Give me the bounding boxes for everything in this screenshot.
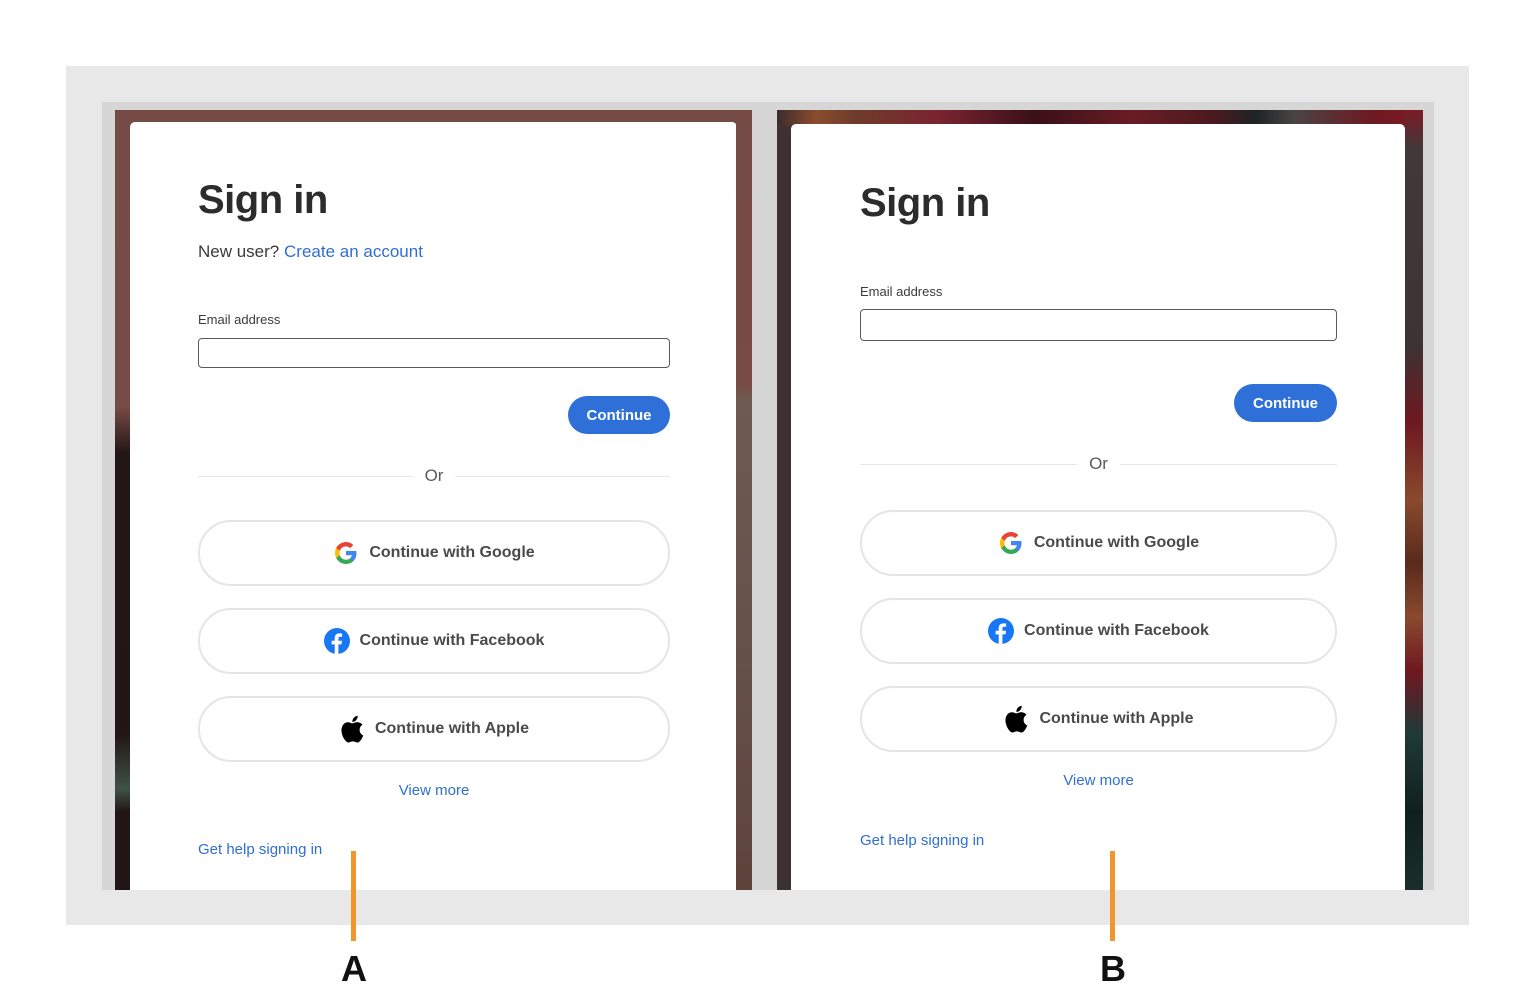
continue-button[interactable]: Continue [568, 396, 670, 434]
apple-icon [339, 715, 365, 743]
google-icon [333, 540, 359, 566]
facebook-icon [988, 618, 1015, 644]
facebook-button-label: Continue with Facebook [359, 632, 545, 649]
facebook-icon [323, 628, 350, 654]
continue-with-apple-button[interactable]: Continue with Apple [198, 696, 670, 762]
continue-with-facebook-button[interactable]: Continue with Facebook [860, 598, 1337, 664]
email-label: Email address [198, 312, 281, 327]
email-field[interactable] [860, 309, 1337, 341]
email-label: Email address [860, 284, 943, 299]
google-button-label: Continue with Google [369, 544, 535, 561]
or-text: Or [424, 466, 444, 485]
apple-button-label: Continue with Apple [374, 720, 530, 737]
email-field[interactable] [198, 338, 670, 368]
divider-line [860, 463, 1078, 465]
divider-line [455, 475, 671, 477]
google-icon [998, 530, 1024, 556]
apple-button-label: Continue with Apple [1039, 710, 1194, 727]
or-text: Or [1089, 454, 1108, 473]
continue-with-google-button[interactable]: Continue with Google [860, 510, 1337, 576]
sign-in-card: Sign in Email address Continue Or Contin… [791, 124, 1405, 890]
google-button-label: Continue with Google [1033, 534, 1200, 551]
sign-in-card: Sign in New user? Create an account Emai… [130, 122, 737, 890]
new-user-text: New user? [198, 242, 280, 261]
page-title: Sign in [860, 181, 990, 225]
screenshot-variant-b: Sign in Email address Continue Or Contin… [777, 110, 1423, 890]
continue-with-apple-button[interactable]: Continue with Apple [860, 686, 1337, 752]
facebook-button-label: Continue with Facebook [1024, 622, 1209, 639]
continue-with-google-button[interactable]: Continue with Google [198, 520, 670, 586]
annotation-label-a: A [341, 948, 367, 989]
or-divider: Or [198, 466, 671, 486]
view-more-link[interactable]: View more [860, 772, 1337, 789]
create-account-link[interactable]: Create an account [284, 242, 423, 261]
divider-line [1119, 463, 1338, 465]
or-divider: Or [860, 454, 1338, 474]
annotation-label-b: B [1100, 948, 1126, 989]
divider-line [198, 475, 413, 477]
get-help-link[interactable]: Get help signing in [860, 832, 984, 849]
annotation-marker-b [1110, 851, 1115, 941]
annotation-marker-a [351, 851, 356, 941]
continue-button[interactable]: Continue [1234, 384, 1337, 422]
get-help-link[interactable]: Get help signing in [198, 841, 322, 858]
new-user-prompt: New user? Create an account [198, 242, 423, 262]
background-art [1405, 110, 1423, 890]
screenshot-variant-a: Sign in New user? Create an account Emai… [115, 110, 752, 890]
apple-icon [1003, 705, 1029, 733]
continue-with-facebook-button[interactable]: Continue with Facebook [198, 608, 670, 674]
page-title: Sign in [198, 178, 328, 222]
view-more-link[interactable]: View more [198, 782, 670, 799]
